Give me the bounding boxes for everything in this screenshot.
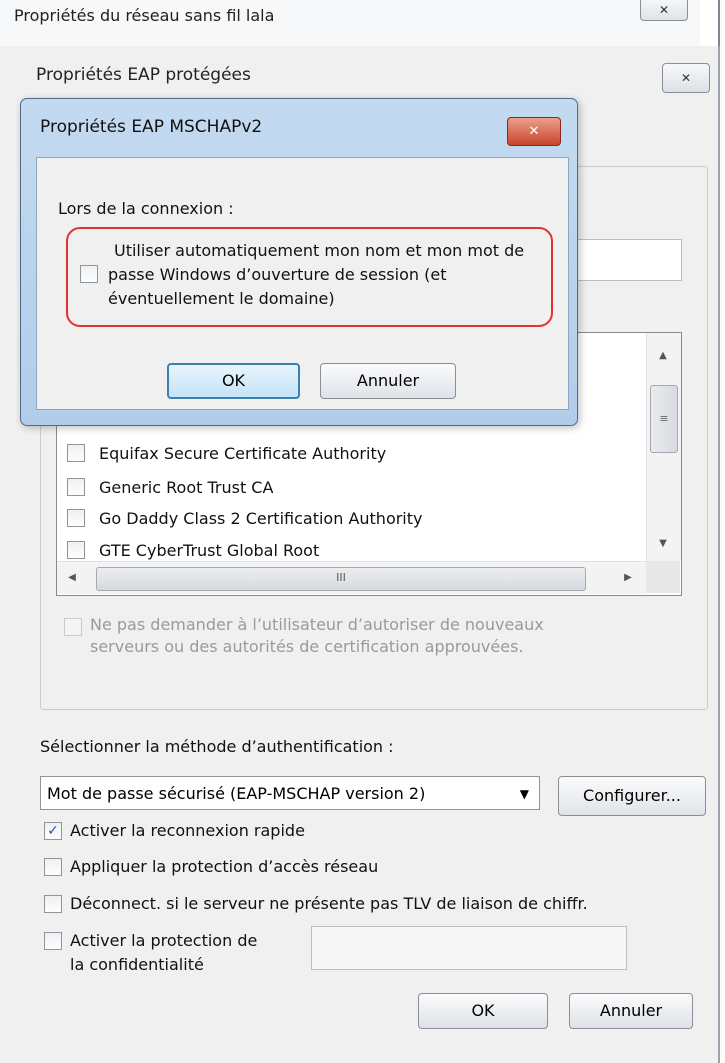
chevron-down-icon: ▼: [519, 787, 529, 801]
auth-method-value: Mot de passe sécurisé (EAP-MSCHAP versio…: [47, 784, 426, 803]
disconnect-label: Déconnect. si le serveur ne présente pas…: [70, 894, 588, 913]
scroll-down-icon[interactable]: ▼: [653, 538, 673, 549]
cancel-button[interactable]: Annuler: [569, 993, 693, 1029]
auto-credentials-line3: éventuellement le domaine): [108, 289, 335, 308]
scroll-left-icon[interactable]: ◀: [62, 572, 82, 583]
checkbox[interactable]: [67, 478, 85, 496]
disconnect-option[interactable]: Déconnect. si le serveur ne présente pas…: [44, 894, 588, 913]
mschapv2-close-button[interactable]: ✕: [507, 117, 561, 146]
mschap-cancel-button[interactable]: Annuler: [320, 363, 456, 399]
scrollbar-corner: [646, 561, 680, 593]
vertical-scroll-thumb[interactable]: ≡: [650, 385, 678, 453]
auto-credentials-line1: Utiliser automatiquement mon nom et mon …: [114, 241, 525, 260]
privacy-label-line1: Activer la protection de: [70, 931, 258, 950]
auto-credentials-checkbox[interactable]: [80, 265, 98, 283]
close-icon: ✕: [680, 71, 692, 85]
close-icon: ✕: [658, 3, 670, 17]
privacy-checkbox[interactable]: [44, 932, 62, 950]
auth-method-select[interactable]: Mot de passe sécurisé (EAP-MSCHAP versio…: [40, 776, 540, 810]
auth-method-label: Sélectionner la méthode d’authentificati…: [40, 737, 394, 756]
cert-name: Go Daddy Class 2 Certification Authority: [99, 508, 423, 528]
close-icon: ✕: [528, 124, 540, 139]
cert-name: Equifax Secure Certificate Authority: [99, 443, 387, 463]
peap-properties-title: Propriétés EAP protégées: [36, 65, 251, 85]
nap-checkbox[interactable]: [44, 857, 62, 876]
auto-credentials-line2: passe Windows d’ouverture de session (et: [108, 265, 447, 284]
nap-label: Appliquer la protection d’accès réseau: [70, 857, 379, 876]
nap-option[interactable]: Appliquer la protection d’accès réseau: [44, 857, 378, 876]
no-prompt-checkbox: [64, 618, 82, 636]
configure-button[interactable]: Configurer...: [558, 776, 706, 816]
auto-credentials-label: Utiliser automatiquement mon nom et mon …: [108, 239, 548, 311]
fast-reconnect-label: Activer la reconnexion rapide: [70, 821, 305, 840]
privacy-identity-field: [311, 926, 627, 970]
mschapv2-dialog-title: Propriétés EAP MSCHAPv2: [40, 117, 263, 137]
checkbox[interactable]: [67, 509, 85, 527]
list-item[interactable]: Generic Root Trust CA: [67, 472, 273, 502]
no-prompt-line1: Ne pas demander à l’utilisateur d’autori…: [90, 615, 544, 634]
scroll-right-icon[interactable]: ▶: [618, 572, 638, 583]
window-border: [718, 0, 720, 46]
list-item[interactable]: Go Daddy Class 2 Certification Authority: [67, 503, 423, 533]
wireless-properties-close-button[interactable]: ✕: [640, 0, 688, 21]
scroll-up-icon[interactable]: ▲: [653, 350, 673, 361]
privacy-option[interactable]: Activer la protection de la confidential…: [44, 929, 257, 977]
list-item[interactable]: Equifax Secure Certificate Authority: [67, 438, 386, 468]
no-prompt-option: Ne pas demander à l’utilisateur d’autori…: [64, 614, 544, 658]
ok-button[interactable]: OK: [418, 993, 548, 1029]
privacy-label-line2: la confidentialité: [70, 955, 204, 974]
no-prompt-line2: serveurs ou des autorités de certificati…: [90, 637, 524, 656]
peap-close-button[interactable]: ✕: [662, 63, 710, 93]
connection-label: Lors de la connexion :: [58, 199, 234, 218]
checkbox[interactable]: [67, 541, 85, 559]
horizontal-scroll-thumb[interactable]: III: [96, 567, 586, 591]
check-icon: ✓: [47, 822, 59, 839]
fast-reconnect-checkbox[interactable]: ✓: [44, 821, 62, 840]
cert-name: Generic Root Trust CA: [99, 477, 274, 497]
wireless-properties-title: Propriétés du réseau sans fil lala: [14, 6, 275, 25]
disconnect-checkbox[interactable]: [44, 894, 62, 913]
checkbox[interactable]: [67, 444, 85, 462]
mschap-ok-button[interactable]: OK: [167, 363, 300, 399]
cert-name: GTE CyberTrust Global Root: [99, 540, 320, 560]
fast-reconnect-option[interactable]: ✓ Activer la reconnexion rapide: [44, 821, 305, 840]
